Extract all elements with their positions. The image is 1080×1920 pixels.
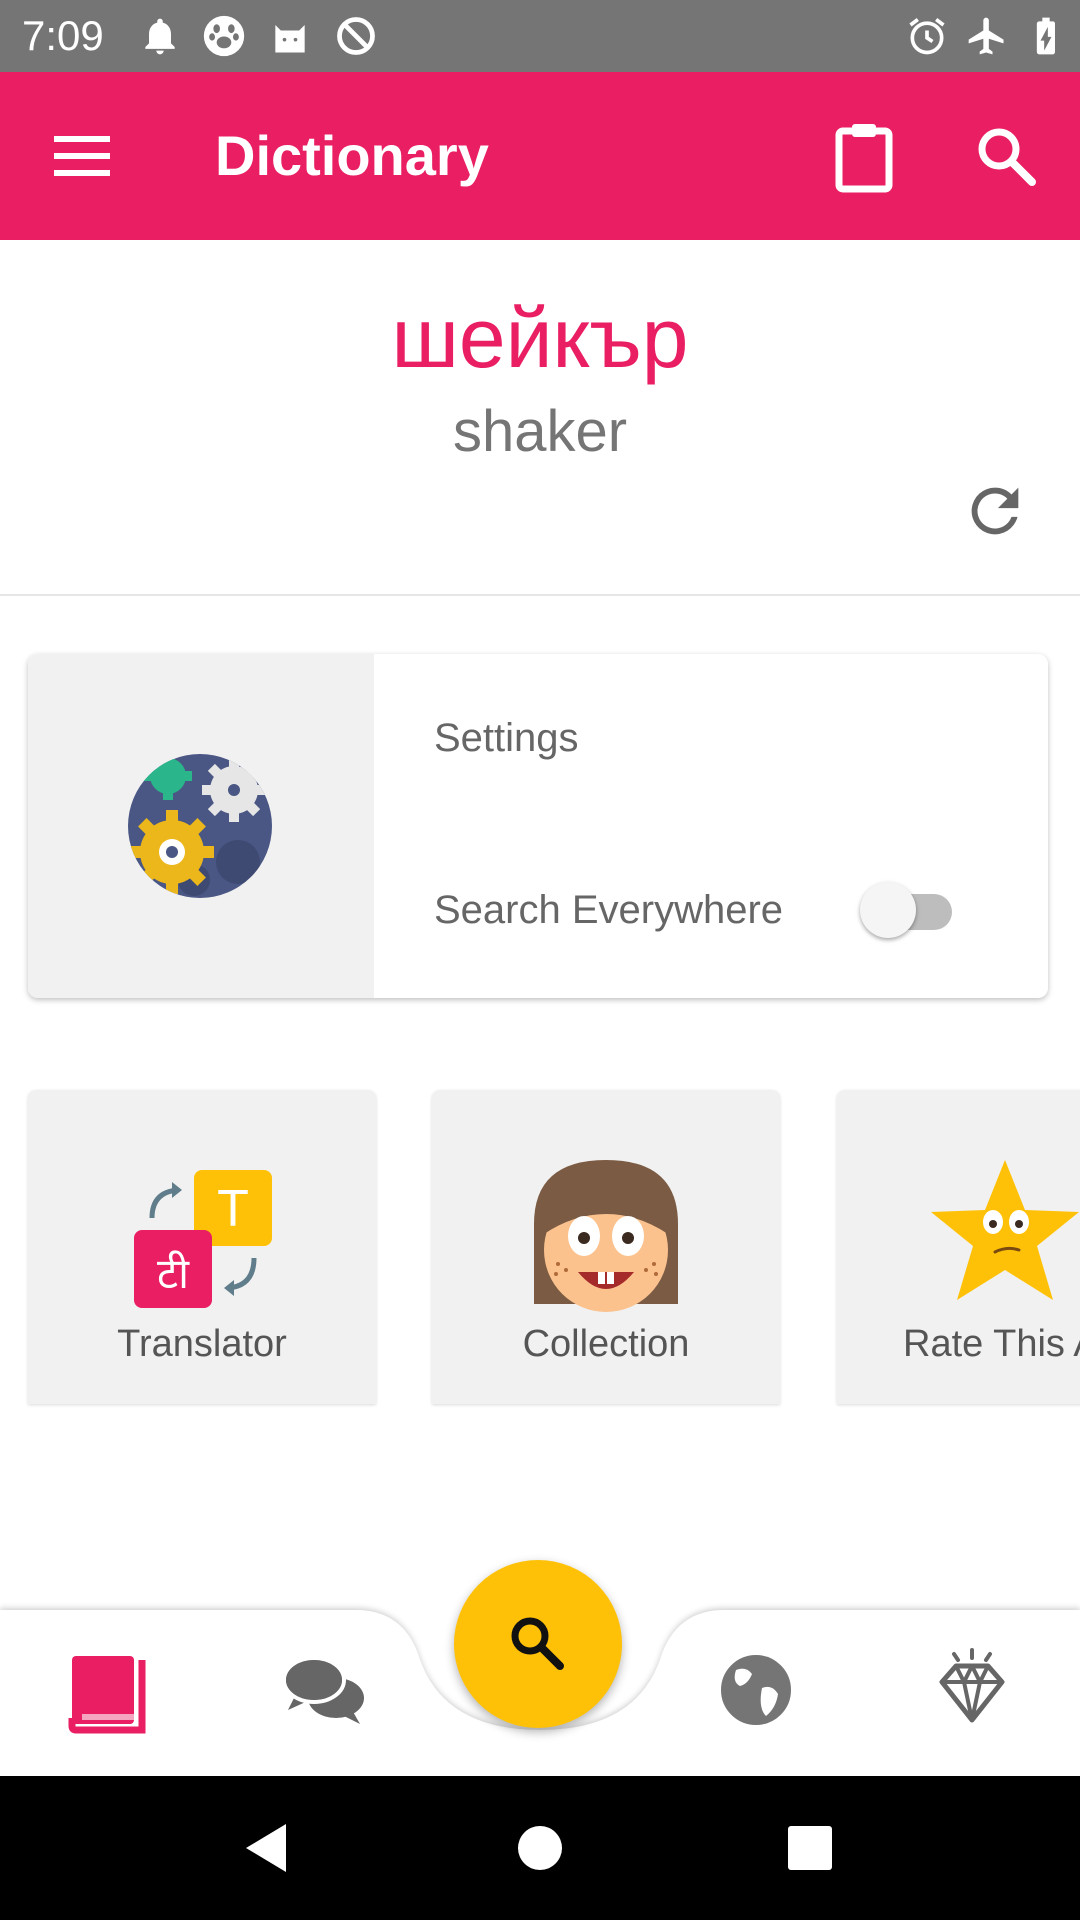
status-bar: 7:09 <box>0 0 1080 72</box>
app-bar: Dictionary <box>0 72 1080 240</box>
rate-app-card[interactable]: Rate This A <box>837 1090 1080 1404</box>
battery-charging-icon <box>1036 17 1056 55</box>
search-everywhere-label: Search Everywhere <box>434 888 784 932</box>
svg-text:टी: टी <box>157 1249 190 1298</box>
word-of-day[interactable]: шейкър <box>0 290 1080 386</box>
status-time: 7:09 <box>22 12 104 59</box>
svg-text:T: T <box>217 1180 249 1238</box>
chat-icon <box>282 1656 364 1724</box>
cat-icon <box>275 25 305 53</box>
book-icon <box>68 1656 146 1734</box>
back-button[interactable] <box>238 1818 298 1878</box>
nav-chat[interactable] <box>274 1640 374 1740</box>
collection-face-icon <box>534 1160 678 1312</box>
search-button[interactable] <box>964 114 1048 198</box>
menu-button[interactable] <box>40 114 124 198</box>
settings-title: Settings <box>434 716 579 760</box>
clipboard-button[interactable] <box>822 114 906 198</box>
gears-icon <box>128 754 272 898</box>
refresh-icon <box>971 487 1019 535</box>
diamond-icon <box>939 1648 1005 1723</box>
rate-app-label: Rate This A <box>903 1323 1080 1365</box>
nav-globe[interactable] <box>706 1640 806 1740</box>
refresh-button[interactable] <box>960 476 1030 546</box>
menu-icon <box>54 136 110 176</box>
search-everywhere-toggle[interactable] <box>860 876 956 940</box>
nav-premium[interactable] <box>922 1640 1022 1740</box>
paw-icon <box>203 15 245 57</box>
bell-icon <box>145 18 175 55</box>
translator-card[interactable]: T टी Translator <box>28 1090 376 1404</box>
star-face-icon <box>931 1160 1079 1300</box>
search-icon <box>978 128 1036 186</box>
home-button[interactable] <box>510 1818 570 1878</box>
globe-icon <box>721 1655 791 1725</box>
settings-image-panel <box>28 654 374 998</box>
page-title: Dictionary <box>215 124 489 187</box>
word-card: шейкър shaker <box>0 240 1080 596</box>
word-translation: shaker <box>452 399 628 464</box>
recents-square-icon <box>788 1826 832 1870</box>
nav-dictionary[interactable] <box>56 1640 156 1740</box>
translator-icon: T टी <box>134 1170 272 1308</box>
settings-card: Settings Search Everywhere <box>28 654 1048 998</box>
collection-label: Collection <box>522 1323 690 1365</box>
collection-card[interactable]: Collection <box>432 1090 780 1404</box>
no-sync-icon <box>337 17 375 55</box>
airplane-icon <box>968 17 1004 55</box>
back-triangle-icon <box>246 1824 286 1872</box>
translator-label: Translator <box>117 1323 287 1365</box>
search-icon <box>511 1617 564 1670</box>
home-circle-icon <box>518 1826 562 1870</box>
recents-button[interactable] <box>780 1818 840 1878</box>
search-fab[interactable] <box>454 1560 622 1728</box>
alarm-icon <box>909 18 945 55</box>
toggle-thumb <box>860 882 916 938</box>
clipboard-icon <box>835 124 893 193</box>
